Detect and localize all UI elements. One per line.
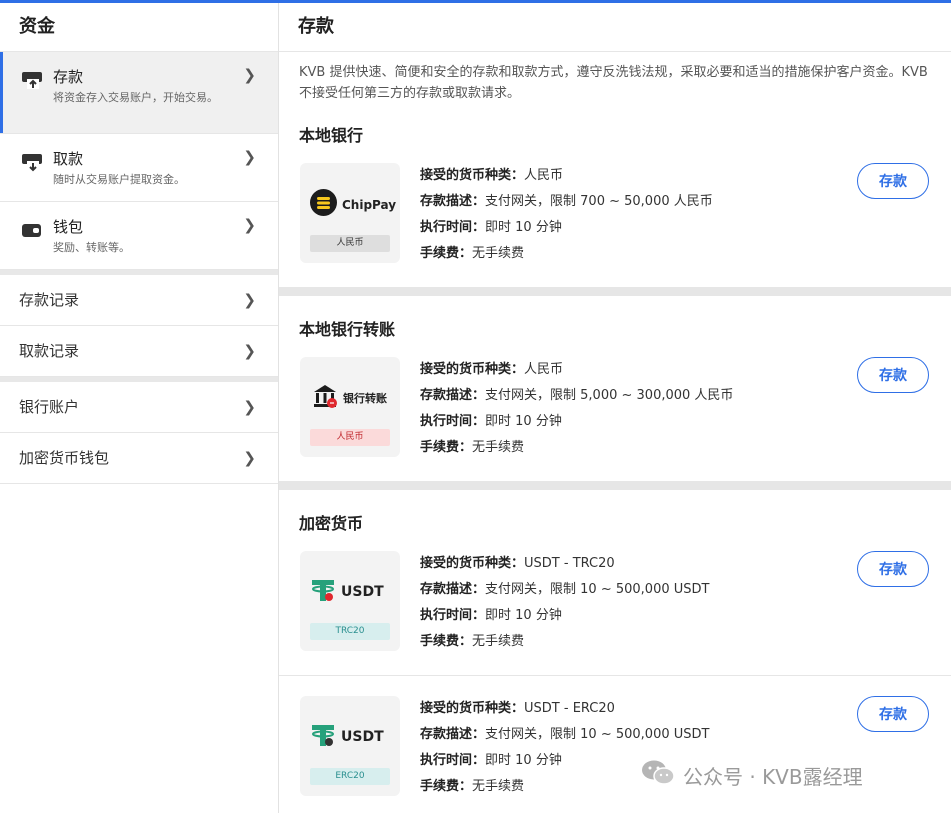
section-divider bbox=[279, 481, 951, 490]
method-logo-card: USDT ERC20 bbox=[300, 696, 400, 796]
sidebar-item-label: 取款记录 bbox=[19, 342, 80, 360]
currency-tag: 人民币 bbox=[310, 429, 390, 446]
deposit-button[interactable]: 存款 bbox=[857, 696, 929, 732]
deposit-icon bbox=[21, 70, 43, 90]
method-details: 接受的货币种类：人民币 存款描述：支付网关，限制 5,000 ~ 300,000… bbox=[420, 357, 733, 461]
label-currency: 接受的货币种类： bbox=[420, 556, 525, 571]
value-currency: USDT - ERC20 bbox=[524, 701, 615, 716]
deposit-button[interactable]: 存款 bbox=[857, 163, 929, 199]
method-details: 接受的货币种类：人民币 存款描述：支付网关，限制 700 ~ 50,000 人民… bbox=[420, 163, 713, 267]
sidebar-item-label: 存款记录 bbox=[19, 291, 80, 309]
value-fee: 无手续费 bbox=[472, 440, 525, 455]
method-details: 接受的货币种类：USDT - TRC20 存款描述：支付网关，限制 10 ~ 5… bbox=[420, 551, 709, 655]
value-time: 即时 10 分钟 bbox=[485, 220, 562, 235]
label-fee: 手续费： bbox=[420, 440, 473, 455]
deposit-button[interactable]: 存款 bbox=[857, 357, 929, 393]
section-bank-transfer: 本地银行转账 银行转账 人民币 接受的货币种类：人民币 存款描述：支付网关，限制… bbox=[279, 316, 951, 457]
value-desc: 支付网关，限制 10 ~ 500,000 USDT bbox=[485, 582, 710, 597]
label-fee: 手续费： bbox=[420, 634, 473, 649]
value-time: 即时 10 分钟 bbox=[485, 608, 562, 623]
section-local-bank: 本地银行 ChipPay 人民币 接受的货币种类：人民币 存款描述：支付网关，限… bbox=[279, 122, 951, 263]
payment-method-usdt-trc20: USDT TRC20 接受的货币种类：USDT - TRC20 存款描述：支付网… bbox=[279, 551, 951, 651]
label-currency: 接受的货币种类： bbox=[420, 362, 525, 377]
chevron-right-icon: ❯ bbox=[243, 148, 256, 166]
payment-method-chippay: ChipPay 人民币 接受的货币种类：人民币 存款描述：支付网关，限制 700… bbox=[279, 163, 951, 263]
chevron-right-icon: ❯ bbox=[243, 398, 256, 416]
method-logo-card: USDT TRC20 bbox=[300, 551, 400, 651]
label-fee: 手续费： bbox=[420, 779, 473, 794]
label-desc: 存款描述： bbox=[420, 727, 486, 742]
sidebar-item-crypto-wallets[interactable]: 加密货币钱包 ❯ bbox=[0, 433, 278, 484]
wechat-icon bbox=[641, 759, 675, 792]
withdraw-icon bbox=[21, 152, 43, 172]
label-desc: 存款描述： bbox=[420, 388, 486, 403]
method-logo-text: USDT bbox=[341, 729, 384, 745]
value-fee: 无手续费 bbox=[472, 246, 525, 261]
section-title: 本地银行转账 bbox=[299, 320, 396, 339]
chevron-right-icon: ❯ bbox=[243, 216, 256, 234]
chevron-right-icon: ❯ bbox=[243, 291, 256, 309]
value-currency: 人民币 bbox=[524, 168, 564, 183]
section-title: 加密货币 bbox=[299, 514, 364, 533]
deposit-button[interactable]: 存款 bbox=[857, 551, 929, 587]
sidebar-item-desc: 随时从交易账户提取资金。 bbox=[53, 173, 185, 186]
method-logo-card: ChipPay 人民币 bbox=[300, 163, 400, 263]
sidebar-item-wallet[interactable]: 钱包 奖励、转账等。 ❯ bbox=[0, 202, 278, 270]
sidebar-item-label: 加密货币钱包 bbox=[19, 449, 110, 467]
chevron-right-icon: ❯ bbox=[243, 66, 256, 84]
chippay-logo-icon bbox=[310, 189, 337, 220]
sidebar: 资金 存款 将资金存入交易账户，开始交易。 ❯ 取款 随时从交易账户提取资金。 … bbox=[0, 3, 279, 813]
value-desc: 支付网关，限制 5,000 ~ 300,000 人民币 bbox=[485, 388, 734, 403]
label-time: 执行时间： bbox=[420, 753, 486, 768]
network-tag: TRC20 bbox=[310, 623, 390, 640]
sidebar-item-desc: 奖励、转账等。 bbox=[53, 241, 130, 254]
section-title: 本地银行 bbox=[299, 126, 364, 145]
sidebar-item-deposit[interactable]: 存款 将资金存入交易账户，开始交易。 ❯ bbox=[0, 52, 278, 134]
value-currency: USDT - TRC20 bbox=[524, 556, 615, 571]
value-fee: 无手续费 bbox=[472, 779, 525, 794]
label-time: 执行时间： bbox=[420, 220, 486, 235]
value-time: 即时 10 分钟 bbox=[485, 753, 562, 768]
watermark-text: 公众号 · KVB露经理 bbox=[683, 764, 863, 789]
sidebar-item-withdraw-records[interactable]: 取款记录 ❯ bbox=[0, 326, 278, 377]
value-currency: 人民币 bbox=[524, 362, 564, 377]
label-currency: 接受的货币种类： bbox=[420, 168, 525, 183]
label-currency: 接受的货币种类： bbox=[420, 701, 525, 716]
page-title: 存款 bbox=[279, 3, 951, 52]
main-panel: 存款 KVB 提供快速、简便和安全的存款和取款方式，遵守反洗钱法规，采取必要和适… bbox=[279, 3, 951, 813]
label-desc: 存款描述： bbox=[420, 194, 486, 209]
method-logo-text: USDT bbox=[341, 584, 384, 600]
bank-icon bbox=[312, 383, 338, 413]
label-time: 执行时间： bbox=[420, 608, 486, 623]
wallet-icon bbox=[21, 220, 43, 240]
intro-text: KVB 提供快速、简便和安全的存款和取款方式，遵守反洗钱法规，采取必要和适当的措… bbox=[299, 65, 928, 101]
sidebar-item-withdraw[interactable]: 取款 随时从交易账户提取资金。 ❯ bbox=[0, 134, 278, 202]
value-desc: 支付网关，限制 10 ~ 500,000 USDT bbox=[485, 727, 710, 742]
tether-icon bbox=[310, 577, 336, 607]
method-logo-text: ChipPay bbox=[342, 197, 397, 212]
value-fee: 无手续费 bbox=[472, 634, 525, 649]
sidebar-item-desc: 将资金存入交易账户，开始交易。 bbox=[53, 91, 218, 104]
sidebar-title: 资金 bbox=[0, 3, 278, 52]
payment-method-bank-transfer: 银行转账 人民币 接受的货币种类：人民币 存款描述：支付网关，限制 5,000 … bbox=[279, 357, 951, 457]
sidebar-item-label: 银行账户 bbox=[19, 398, 80, 416]
method-logo-text: 银行转账 bbox=[343, 392, 387, 405]
network-tag: ERC20 bbox=[310, 768, 390, 785]
tether-icon bbox=[310, 722, 336, 752]
watermark: 公众号 · KVB露经理 bbox=[641, 757, 863, 793]
label-desc: 存款描述： bbox=[420, 582, 486, 597]
label-fee: 手续费： bbox=[420, 246, 473, 261]
method-divider bbox=[279, 675, 951, 676]
chevron-right-icon: ❯ bbox=[243, 449, 256, 467]
chevron-right-icon: ❯ bbox=[243, 342, 256, 360]
currency-tag: 人民币 bbox=[310, 235, 390, 252]
sidebar-item-deposit-records[interactable]: 存款记录 ❯ bbox=[0, 275, 278, 326]
sidebar-item-bank-accounts[interactable]: 银行账户 ❯ bbox=[0, 382, 278, 433]
section-crypto: 加密货币 USDT TRC20 接受的货币种类：USDT - TRC20 存款描… bbox=[279, 510, 951, 796]
method-logo-card: 银行转账 人民币 bbox=[300, 357, 400, 457]
value-time: 即时 10 分钟 bbox=[485, 414, 562, 429]
value-desc: 支付网关，限制 700 ~ 50,000 人民币 bbox=[485, 194, 713, 209]
section-divider bbox=[279, 287, 951, 296]
label-time: 执行时间： bbox=[420, 414, 486, 429]
